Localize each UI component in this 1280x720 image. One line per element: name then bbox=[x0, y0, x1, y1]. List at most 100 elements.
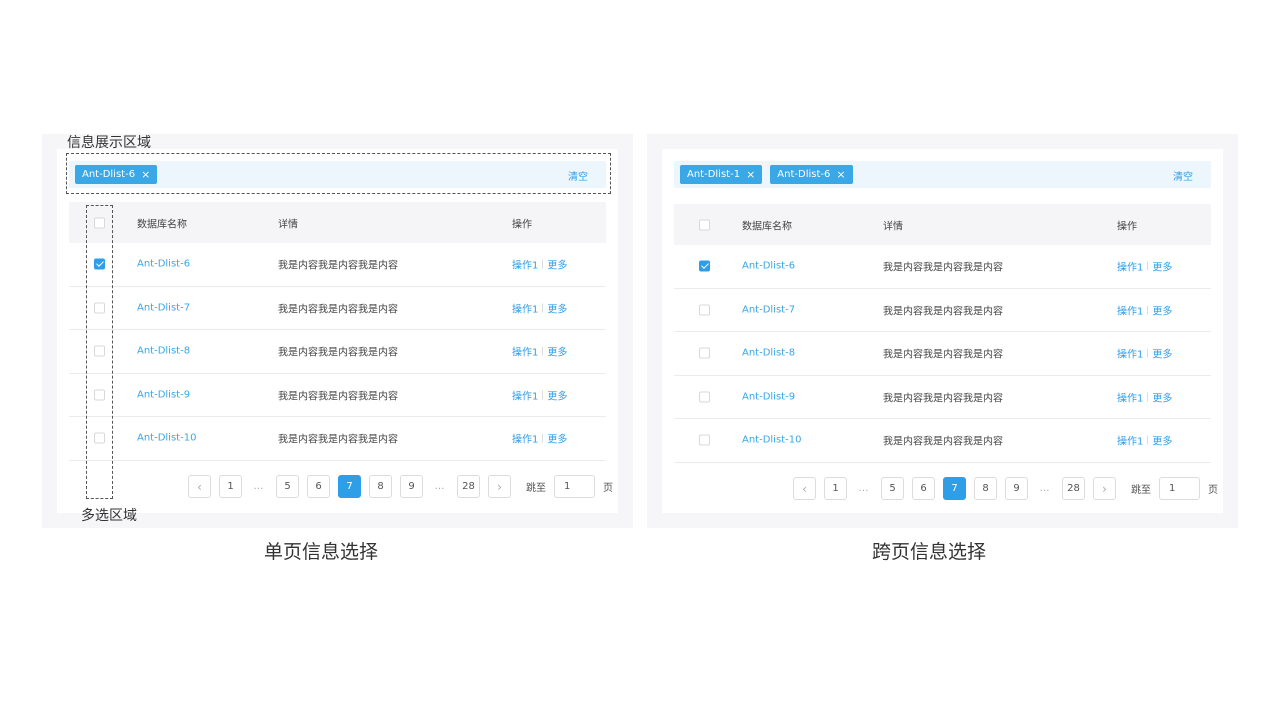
page-button[interactable]: 6 bbox=[307, 475, 330, 498]
right-caption: 跨页信息选择 bbox=[872, 541, 987, 563]
row-checkbox[interactable] bbox=[699, 260, 710, 272]
table-row: Ant-Dlist-9 我是内容我是内容我是内容 操作1 更多 bbox=[69, 374, 606, 417]
row-checkbox[interactable] bbox=[699, 434, 710, 446]
jump-page-input[interactable] bbox=[1159, 477, 1200, 500]
table-row: Ant-Dlist-6 我是内容我是内容我是内容 操作1 更多 bbox=[674, 245, 1211, 289]
page-button[interactable]: 28 bbox=[1062, 477, 1085, 500]
action-more-link[interactable]: 更多 bbox=[1152, 433, 1172, 448]
column-header-ops: 操作 bbox=[512, 219, 532, 230]
row-actions: 操作1 更多 bbox=[512, 431, 567, 446]
ellipsis-more-pages[interactable]: … bbox=[855, 483, 873, 494]
jump-page-input[interactable] bbox=[554, 475, 595, 498]
row-actions: 操作1 更多 bbox=[1117, 346, 1172, 361]
action-op1-link[interactable]: 操作1 bbox=[512, 257, 538, 272]
panel-card: Ant-Dlist-6 × 清空 数据库名称 详情 操作 Ant-Dlist-6 我是内容… bbox=[57, 149, 618, 513]
row-actions: 操作1 更多 bbox=[1117, 433, 1172, 448]
action-op1-link[interactable]: 操作1 bbox=[512, 431, 538, 446]
action-op1-link[interactable]: 操作1 bbox=[1117, 259, 1143, 274]
divider bbox=[1147, 435, 1149, 445]
row-actions: 操作1 更多 bbox=[1117, 302, 1172, 317]
action-more-link[interactable]: 更多 bbox=[1152, 259, 1172, 274]
action-more-link[interactable]: 更多 bbox=[547, 300, 567, 315]
row-actions: 操作1 更多 bbox=[512, 344, 567, 359]
action-more-link[interactable]: 更多 bbox=[1152, 346, 1172, 361]
table-header: 数据库名称 详情 操作 bbox=[674, 204, 1211, 245]
action-more-link[interactable]: 更多 bbox=[547, 344, 567, 359]
page-button[interactable]: 28 bbox=[457, 475, 480, 498]
check-icon bbox=[699, 260, 710, 272]
row-detail: 我是内容我是内容我是内容 bbox=[278, 434, 398, 446]
select-all-checkbox[interactable] bbox=[699, 219, 710, 230]
data-table: 数据库名称 详情 操作 Ant-Dlist-6 我是内容我是内容我是内容 操作1 更多 Ant… bbox=[674, 204, 1211, 463]
page-button[interactable]: 9 bbox=[400, 475, 423, 498]
row-name-link[interactable]: Ant-Dlist-10 bbox=[742, 435, 801, 446]
row-name-link[interactable]: Ant-Dlist-6 bbox=[742, 261, 795, 272]
next-page-button[interactable]: › bbox=[1093, 477, 1116, 500]
ellipsis-more-pages[interactable]: … bbox=[431, 481, 449, 492]
action-op1-link[interactable]: 操作1 bbox=[512, 387, 538, 402]
page-button[interactable]: 7 bbox=[338, 475, 361, 498]
row-checkbox[interactable] bbox=[699, 391, 710, 403]
table-row: Ant-Dlist-8 我是内容我是内容我是内容 操作1 更多 bbox=[69, 330, 606, 374]
row-actions: 操作1 更多 bbox=[512, 300, 567, 315]
row-name-link[interactable]: Ant-Dlist-8 bbox=[137, 346, 190, 357]
row-name-link[interactable]: Ant-Dlist-6 bbox=[137, 259, 190, 270]
row-actions: 操作1 更多 bbox=[512, 387, 567, 402]
page-button[interactable]: 1 bbox=[824, 477, 847, 500]
row-checkbox[interactable] bbox=[699, 347, 710, 359]
row-name-link[interactable]: Ant-Dlist-7 bbox=[137, 302, 190, 313]
data-table: 数据库名称 详情 操作 Ant-Dlist-6 我是内容我是内容我是内容 操作1 更多 Ant… bbox=[69, 202, 606, 461]
action-op1-link[interactable]: 操作1 bbox=[1117, 346, 1143, 361]
row-detail: 我是内容我是内容我是内容 bbox=[883, 262, 1003, 274]
action-op1-link[interactable]: 操作1 bbox=[1117, 302, 1143, 317]
clear-button[interactable]: 清空 bbox=[1173, 168, 1193, 183]
action-more-link[interactable]: 更多 bbox=[547, 257, 567, 272]
row-name-link[interactable]: Ant-Dlist-7 bbox=[742, 304, 795, 315]
selected-chips: Ant-Dlist-1 × Ant-Dlist-6 × bbox=[680, 165, 853, 184]
row-name-link[interactable]: Ant-Dlist-9 bbox=[742, 391, 795, 402]
next-page-button[interactable]: › bbox=[488, 475, 511, 498]
column-header-ops: 操作 bbox=[1117, 221, 1137, 232]
action-more-link[interactable]: 更多 bbox=[547, 431, 567, 446]
prev-page-button[interactable]: ‹ bbox=[188, 475, 211, 498]
multi-select-annotation: 多选区域 bbox=[81, 508, 137, 524]
page-button[interactable]: 5 bbox=[881, 477, 904, 500]
column-header-detail: 详情 bbox=[883, 221, 903, 232]
page-button[interactable]: 7 bbox=[943, 477, 966, 500]
ellipsis-more-pages[interactable]: … bbox=[250, 481, 268, 492]
action-more-link[interactable]: 更多 bbox=[1152, 302, 1172, 317]
page-button[interactable]: 1 bbox=[219, 475, 242, 498]
prev-page-button[interactable]: ‹ bbox=[793, 477, 816, 500]
divider bbox=[1147, 261, 1149, 271]
left-caption: 单页信息选择 bbox=[264, 541, 379, 563]
action-op1-link[interactable]: 操作1 bbox=[1117, 389, 1143, 404]
row-checkbox[interactable] bbox=[699, 304, 710, 316]
selected-chip: Ant-Dlist-1 × bbox=[680, 165, 763, 184]
page-button[interactable]: 9 bbox=[1005, 477, 1028, 500]
row-name-link[interactable]: Ant-Dlist-10 bbox=[137, 433, 196, 444]
table-row: Ant-Dlist-9 我是内容我是内容我是内容 操作1 更多 bbox=[674, 376, 1211, 419]
ellipsis-more-pages[interactable]: … bbox=[1036, 483, 1054, 494]
page-button[interactable]: 6 bbox=[912, 477, 935, 500]
page-button[interactable]: 8 bbox=[974, 477, 997, 500]
divider bbox=[1147, 305, 1149, 315]
page-button[interactable]: 8 bbox=[369, 475, 392, 498]
divider bbox=[1147, 348, 1149, 358]
checkbox-box bbox=[699, 434, 710, 446]
close-icon[interactable]: × bbox=[836, 169, 845, 180]
row-name-link[interactable]: Ant-Dlist-9 bbox=[137, 389, 190, 400]
row-actions: 操作1 更多 bbox=[1117, 259, 1172, 274]
action-op1-link[interactable]: 操作1 bbox=[512, 344, 538, 359]
action-more-link[interactable]: 更多 bbox=[1152, 389, 1172, 404]
cross-page-example: Ant-Dlist-1 × Ant-Dlist-6 × 清空 数据库名称 详情 操作 Ant… bbox=[647, 134, 1238, 528]
divider bbox=[542, 259, 544, 269]
pagination: ‹ 1 … 56789 … 28 › 跳至 页 bbox=[188, 475, 613, 498]
page-button[interactable]: 5 bbox=[276, 475, 299, 498]
column-header-detail: 详情 bbox=[278, 219, 298, 230]
action-op1-link[interactable]: 操作1 bbox=[512, 300, 538, 315]
action-op1-link[interactable]: 操作1 bbox=[1117, 433, 1143, 448]
close-icon[interactable]: × bbox=[746, 169, 755, 180]
table-row: Ant-Dlist-8 我是内容我是内容我是内容 操作1 更多 bbox=[674, 332, 1211, 376]
action-more-link[interactable]: 更多 bbox=[547, 387, 567, 402]
row-name-link[interactable]: Ant-Dlist-8 bbox=[742, 348, 795, 359]
